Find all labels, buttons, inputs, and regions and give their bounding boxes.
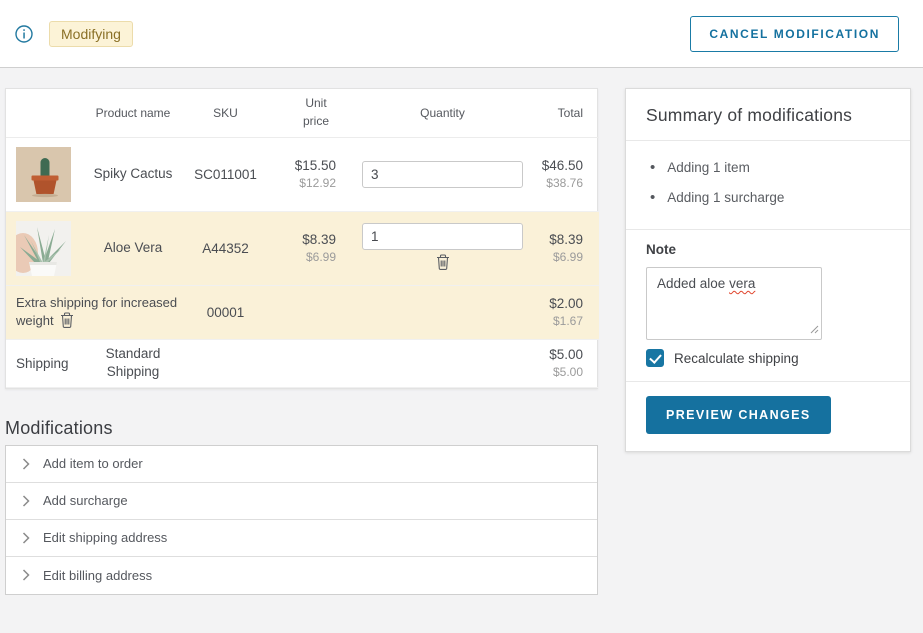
unit-price-net: $12.92 bbox=[263, 175, 336, 191]
surcharge-name: Extra shipping for increased weight bbox=[16, 295, 177, 328]
chevron-right-icon bbox=[22, 458, 30, 470]
unit-price: $8.39 bbox=[263, 231, 336, 249]
chevron-right-icon bbox=[22, 532, 30, 544]
sku-column-header: SKU bbox=[188, 89, 263, 137]
note-label: Note bbox=[646, 242, 890, 257]
empty-cell bbox=[263, 339, 338, 387]
accordion-label: Add surcharge bbox=[43, 493, 128, 508]
summary-title: Summary of modifications bbox=[626, 89, 910, 140]
main-content: Product name SKU Unit price Quantity Tot… bbox=[5, 88, 923, 595]
row-total-net: $38.76 bbox=[533, 175, 583, 191]
aloe-vera-photo bbox=[16, 221, 71, 276]
order-column: Product name SKU Unit price Quantity Tot… bbox=[5, 88, 598, 595]
unit-price-cell: $8.39 $6.99 bbox=[263, 211, 338, 285]
table-row: Aloe Vera A44352 $8.39 $6.99 bbox=[6, 211, 599, 285]
trash-icon bbox=[60, 312, 74, 328]
spiky-cactus-photo bbox=[16, 147, 71, 202]
accordion-edit-billing-address[interactable]: Edit billing address bbox=[6, 557, 597, 594]
table-row: Extra shipping for increased weight 0000… bbox=[6, 285, 599, 339]
accordion-add-item-to-order[interactable]: Add item to order bbox=[6, 446, 597, 483]
empty-cell bbox=[263, 285, 338, 339]
row-total-net: $1.67 bbox=[533, 313, 583, 329]
product-image-cell bbox=[6, 137, 78, 211]
product-name: Spiky Cactus bbox=[78, 137, 188, 211]
product-sku: SC011001 bbox=[188, 137, 263, 211]
order-table-card: Product name SKU Unit price Quantity Tot… bbox=[5, 88, 598, 389]
delete-surcharge-button[interactable] bbox=[60, 312, 74, 331]
table-row: Spiky Cactus SC011001 $15.50 $12.92 $46.… bbox=[6, 137, 599, 211]
recalculate-shipping-row: Recalculate shipping bbox=[646, 349, 890, 367]
image-column-header bbox=[6, 89, 78, 137]
total-cell: $2.00 $1.67 bbox=[533, 285, 599, 339]
unit-price-column-header: Unit price bbox=[263, 89, 338, 137]
row-total: $5.00 bbox=[533, 346, 583, 364]
quantity-input[interactable] bbox=[362, 161, 523, 188]
accordion-edit-shipping-address[interactable]: Edit shipping address bbox=[6, 520, 597, 557]
total-cell: $8.39 $6.99 bbox=[533, 211, 599, 285]
cancel-modification-button[interactable]: CANCEL MODIFICATION bbox=[690, 16, 899, 52]
surcharge-sku: 00001 bbox=[188, 285, 263, 339]
chevron-right-icon bbox=[22, 495, 30, 507]
total-cell: $5.00 $5.00 bbox=[533, 339, 599, 387]
total-column-header: Total bbox=[533, 89, 599, 137]
summary-list: Adding 1 item Adding 1 surcharge bbox=[626, 141, 910, 229]
resize-handle-icon[interactable] bbox=[810, 322, 819, 337]
unit-price-net: $6.99 bbox=[263, 249, 336, 265]
quantity-cell bbox=[338, 211, 533, 285]
quantity-column-header: Quantity bbox=[338, 89, 533, 137]
empty-cell bbox=[338, 339, 533, 387]
row-total: $8.39 bbox=[533, 231, 583, 249]
recalculate-label[interactable]: Recalculate shipping bbox=[674, 351, 799, 366]
table-header-row: Product name SKU Unit price Quantity Tot… bbox=[6, 89, 599, 137]
row-total-net: $5.00 bbox=[533, 364, 583, 380]
summary-item: Adding 1 surcharge bbox=[646, 183, 890, 213]
shipping-label: Shipping bbox=[6, 339, 78, 387]
unit-price-cell: $15.50 $12.92 bbox=[263, 137, 338, 211]
empty-cell bbox=[338, 285, 533, 339]
note-text-misspelled: vera bbox=[729, 276, 755, 291]
summary-panel: Summary of modifications Adding 1 item A… bbox=[625, 88, 911, 452]
trash-icon bbox=[436, 254, 450, 270]
empty-cell bbox=[188, 339, 263, 387]
delete-item-button[interactable] bbox=[436, 254, 450, 273]
table-row: Shipping Standard Shipping $5.00 $5.00 bbox=[6, 339, 599, 387]
chevron-right-icon bbox=[22, 569, 30, 581]
product-name-column-header: Product name bbox=[78, 89, 188, 137]
product-name: Aloe Vera bbox=[78, 211, 188, 285]
product-image-cell bbox=[6, 211, 78, 285]
recalculate-checkbox[interactable] bbox=[646, 349, 664, 367]
status-badge: Modifying bbox=[49, 21, 133, 47]
top-bar: Modifying CANCEL MODIFICATION bbox=[0, 0, 923, 68]
modifications-title: Modifications bbox=[5, 418, 598, 439]
row-total: $2.00 bbox=[533, 295, 583, 313]
surcharge-name-cell: Extra shipping for increased weight bbox=[6, 285, 188, 339]
accordion-label: Edit shipping address bbox=[43, 530, 167, 545]
summary-column: Summary of modifications Adding 1 item A… bbox=[625, 88, 911, 452]
preview-section: PREVIEW CHANGES bbox=[626, 382, 910, 451]
summary-item: Adding 1 item bbox=[646, 153, 890, 183]
order-table: Product name SKU Unit price Quantity Tot… bbox=[6, 89, 599, 388]
product-sku: A44352 bbox=[188, 211, 263, 285]
accordion-label: Add item to order bbox=[43, 456, 143, 471]
info-icon[interactable] bbox=[15, 25, 33, 43]
quantity-cell bbox=[338, 137, 533, 211]
note-textarea[interactable]: Added aloe vera bbox=[646, 267, 822, 340]
quantity-input[interactable] bbox=[362, 223, 523, 250]
modifications-section: Modifications Add item to order Add surc… bbox=[5, 418, 598, 595]
shipping-method: Standard Shipping bbox=[78, 339, 188, 387]
unit-price: $15.50 bbox=[263, 157, 336, 175]
row-total-net: $6.99 bbox=[533, 249, 583, 265]
total-cell: $46.50 $38.76 bbox=[533, 137, 599, 211]
row-total: $46.50 bbox=[533, 157, 583, 175]
preview-changes-button[interactable]: PREVIEW CHANGES bbox=[646, 396, 831, 434]
note-text: Added aloe bbox=[657, 276, 729, 291]
accordion-add-surcharge[interactable]: Add surcharge bbox=[6, 483, 597, 520]
modifications-accordion: Add item to order Add surcharge Edit shi… bbox=[5, 445, 598, 595]
accordion-label: Edit billing address bbox=[43, 568, 152, 583]
note-section: Note Added aloe vera Recalculate shippin… bbox=[626, 230, 910, 381]
